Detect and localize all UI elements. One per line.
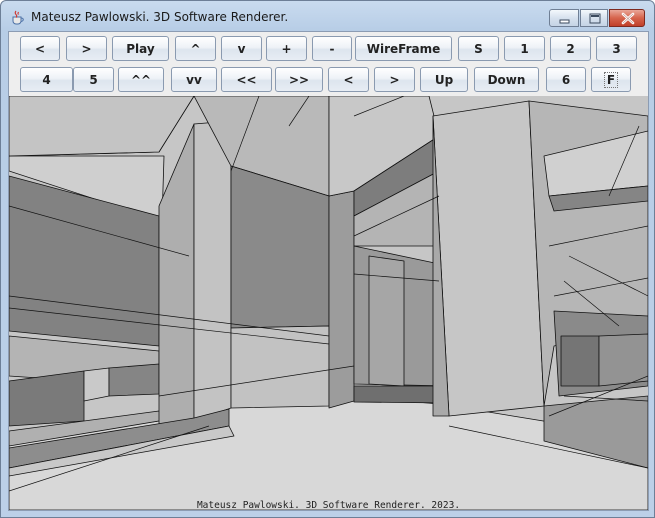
scene-4-button[interactable]: 4: [20, 67, 73, 92]
minimize-button[interactable]: [549, 9, 579, 27]
title-bar[interactable]: Mateusz Pawlowski. 3D Software Renderer.: [1, 1, 654, 31]
close-button[interactable]: [609, 9, 645, 27]
wireframe-button[interactable]: WireFrame: [355, 36, 452, 61]
scene-5-button[interactable]: 5: [73, 67, 114, 92]
zoom-in-button[interactable]: +: [266, 36, 307, 61]
move-up-button[interactable]: ^^: [118, 67, 164, 92]
zoom-out-button[interactable]: -: [312, 36, 352, 61]
maximize-icon: [589, 13, 601, 24]
render-caption: Mateusz Pawlowski. 3D Software Renderer.…: [196, 500, 461, 510]
turn-right-button[interactable]: >: [374, 67, 415, 92]
move-down-button[interactable]: vv: [171, 67, 217, 92]
down-button[interactable]: Down: [474, 67, 539, 92]
rendered-3d-scene: [9, 96, 648, 510]
play-button[interactable]: Play: [112, 36, 169, 61]
scene-3-button[interactable]: 3: [596, 36, 637, 61]
tilt-up-button[interactable]: ^: [175, 36, 216, 61]
app-window: Mateusz Pawlowski. 3D Software Renderer.…: [0, 0, 655, 518]
minimize-icon: [559, 19, 570, 24]
button-toolbar: < > Play ^ v + - WireFrame S 1 2 3 4 5 ^…: [9, 32, 648, 96]
window-title: Mateusz Pawlowski. 3D Software Renderer.: [31, 10, 289, 24]
rotate-right-button[interactable]: >: [66, 36, 107, 61]
maximize-button[interactable]: [580, 9, 608, 27]
client-area: < > Play ^ v + - WireFrame S 1 2 3 4 5 ^…: [8, 31, 649, 511]
s-button[interactable]: S: [458, 36, 499, 61]
tilt-down-button[interactable]: v: [221, 36, 262, 61]
close-icon: [621, 12, 635, 25]
turn-left-button[interactable]: <: [328, 67, 369, 92]
strafe-left-button[interactable]: <<: [221, 67, 272, 92]
rotate-left-button[interactable]: <: [20, 36, 60, 61]
scene-1-button[interactable]: 1: [504, 36, 545, 61]
strafe-right-button[interactable]: >>: [275, 67, 323, 92]
render-viewport[interactable]: Mateusz Pawlowski. 3D Software Renderer.…: [9, 96, 648, 510]
f-button-label: F: [603, 71, 619, 88]
f-button[interactable]: F: [591, 67, 631, 92]
scene-2-button[interactable]: 2: [550, 36, 591, 61]
java-coffee-cup-icon: [10, 10, 25, 25]
up-button[interactable]: Up: [420, 67, 468, 92]
scene-6-button[interactable]: 6: [546, 67, 586, 92]
